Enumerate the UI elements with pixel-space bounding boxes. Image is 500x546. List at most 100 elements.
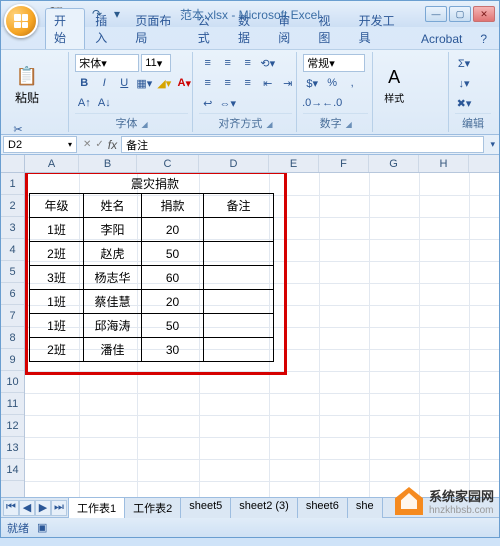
table-cell[interactable]: 30	[142, 338, 204, 362]
align-top-icon[interactable]: ≡	[199, 54, 217, 72]
row-header-13[interactable]: 13	[1, 437, 24, 459]
col-header-C[interactable]: C	[137, 155, 199, 172]
row-header-6[interactable]: 6	[1, 283, 24, 305]
table-cell[interactable]	[204, 314, 274, 338]
sheet-tab[interactable]: sheet5	[180, 497, 231, 518]
table-cell[interactable]	[204, 266, 274, 290]
row-header-11[interactable]: 11	[1, 393, 24, 415]
fill-icon[interactable]: ↓▾	[455, 74, 473, 92]
sheet-tab[interactable]: sheet6	[297, 497, 348, 518]
row-header-10[interactable]: 10	[1, 371, 24, 393]
comma-icon[interactable]: ,	[343, 74, 361, 92]
table-cell[interactable]: 1班	[30, 218, 84, 242]
align-right-icon[interactable]: ≡	[239, 74, 257, 92]
increase-decimal-icon[interactable]: .0→	[303, 94, 321, 112]
col-header-D[interactable]: D	[199, 155, 269, 172]
tab-developer[interactable]: 开发工具	[351, 9, 411, 49]
indent-inc-icon[interactable]: ⇥	[279, 74, 297, 92]
styles-button[interactable]: A 样式	[379, 54, 409, 116]
align-middle-icon[interactable]: ≡	[219, 54, 237, 72]
tab-layout[interactable]: 页面布局	[127, 9, 187, 49]
align-center-icon[interactable]: ≡	[219, 74, 237, 92]
table-cell[interactable]: 蔡佳慧	[84, 290, 142, 314]
row-header-2[interactable]: 2	[1, 195, 24, 217]
decrease-decimal-icon[interactable]: ←.0	[323, 94, 341, 112]
row-header-14[interactable]: 14	[1, 459, 24, 481]
fx-icon[interactable]: fx	[108, 138, 117, 152]
autosum-icon[interactable]: Σ▾	[455, 54, 473, 72]
table-cell[interactable]: 李阳	[84, 218, 142, 242]
col-header-E[interactable]: E	[269, 155, 319, 172]
table-cell[interactable]: 20	[142, 218, 204, 242]
minimize-button[interactable]: —	[425, 6, 447, 22]
tab-insert[interactable]: 插入	[87, 9, 125, 49]
col-header-H[interactable]: H	[419, 155, 469, 172]
indent-dec-icon[interactable]: ⇤	[259, 74, 277, 92]
row-header-3[interactable]: 3	[1, 217, 24, 239]
font-color-button[interactable]: A▾	[175, 74, 193, 92]
percent-icon[interactable]: %	[323, 74, 341, 92]
sheet-tab[interactable]: she	[347, 497, 383, 518]
row-header-5[interactable]: 5	[1, 261, 24, 283]
name-box[interactable]: D2▾	[3, 136, 77, 153]
sheet-tab[interactable]: 工作表2	[124, 497, 181, 518]
font-size-select[interactable]: 11 ▾	[141, 54, 171, 72]
clear-icon[interactable]: ✖▾	[455, 94, 473, 112]
col-header-G[interactable]: G	[369, 155, 419, 172]
grow-font-icon[interactable]: A↑	[75, 94, 93, 112]
bold-button[interactable]: B	[75, 74, 93, 92]
currency-icon[interactable]: $▾	[303, 74, 321, 92]
fill-color-button[interactable]: ◢▾	[155, 74, 173, 92]
table-cell[interactable]	[204, 338, 274, 362]
next-sheet-icon[interactable]: ▶	[35, 500, 51, 516]
row-header-7[interactable]: 7	[1, 305, 24, 327]
tab-home[interactable]: 开始	[45, 8, 85, 49]
table-cell[interactable]: 1班	[30, 290, 84, 314]
tab-acrobat[interactable]: Acrobat	[413, 29, 470, 49]
table-cell[interactable]: 2班	[30, 242, 84, 266]
table-cell[interactable]: 杨志华	[84, 266, 142, 290]
row-header-8[interactable]: 8	[1, 327, 24, 349]
table-cell[interactable]: 50	[142, 242, 204, 266]
row-header-9[interactable]: 9	[1, 349, 24, 371]
table-cell[interactable]: 50	[142, 314, 204, 338]
shrink-font-icon[interactable]: A↓	[95, 94, 113, 112]
row-header-4[interactable]: 4	[1, 239, 24, 261]
enter-formula-icon[interactable]: ✓	[95, 139, 103, 150]
table-cell[interactable]: 邱海涛	[84, 314, 142, 338]
sheet-tab[interactable]: sheet2 (3)	[230, 497, 298, 518]
select-all-corner[interactable]	[1, 155, 25, 173]
table-cell[interactable]	[204, 218, 274, 242]
help-icon[interactable]: ?	[472, 29, 495, 49]
table-cell[interactable]: 3班	[30, 266, 84, 290]
table-cell[interactable]: 60	[142, 266, 204, 290]
table-cell[interactable]	[204, 242, 274, 266]
merge-center-icon[interactable]: ⇔▾	[219, 94, 237, 112]
align-left-icon[interactable]: ≡	[199, 74, 217, 92]
wrap-text-icon[interactable]: ↩	[199, 94, 217, 112]
prev-sheet-icon[interactable]: ◀	[19, 500, 35, 516]
orientation-icon[interactable]: ⟲▾	[259, 54, 277, 72]
row-header-1[interactable]: 1	[1, 173, 24, 195]
border-button[interactable]: ▦▾	[135, 74, 153, 92]
number-format-select[interactable]: 常规 ▾	[303, 54, 365, 72]
tab-review[interactable]: 审阅	[270, 9, 308, 49]
last-sheet-icon[interactable]: ⏭	[51, 500, 67, 516]
maximize-button[interactable]: ▢	[449, 6, 471, 22]
sheet-tab[interactable]: 工作表1	[68, 497, 125, 518]
col-header-B[interactable]: B	[79, 155, 137, 172]
table-cell[interactable]: 1班	[30, 314, 84, 338]
macro-record-icon[interactable]: ▣	[37, 521, 47, 534]
cancel-formula-icon[interactable]: ✕	[83, 139, 91, 150]
tab-view[interactable]: 视图	[310, 9, 348, 49]
col-header-F[interactable]: F	[319, 155, 369, 172]
office-button[interactable]	[4, 4, 38, 38]
table-cell[interactable]	[204, 290, 274, 314]
formula-input[interactable]: 备注	[121, 136, 484, 153]
col-header-A[interactable]: A	[25, 155, 79, 172]
underline-button[interactable]: U	[115, 74, 133, 92]
table-cell[interactable]: 潘佳	[84, 338, 142, 362]
italic-button[interactable]: I	[95, 74, 113, 92]
align-bottom-icon[interactable]: ≡	[239, 54, 257, 72]
tab-formulas[interactable]: 公式	[190, 9, 228, 49]
